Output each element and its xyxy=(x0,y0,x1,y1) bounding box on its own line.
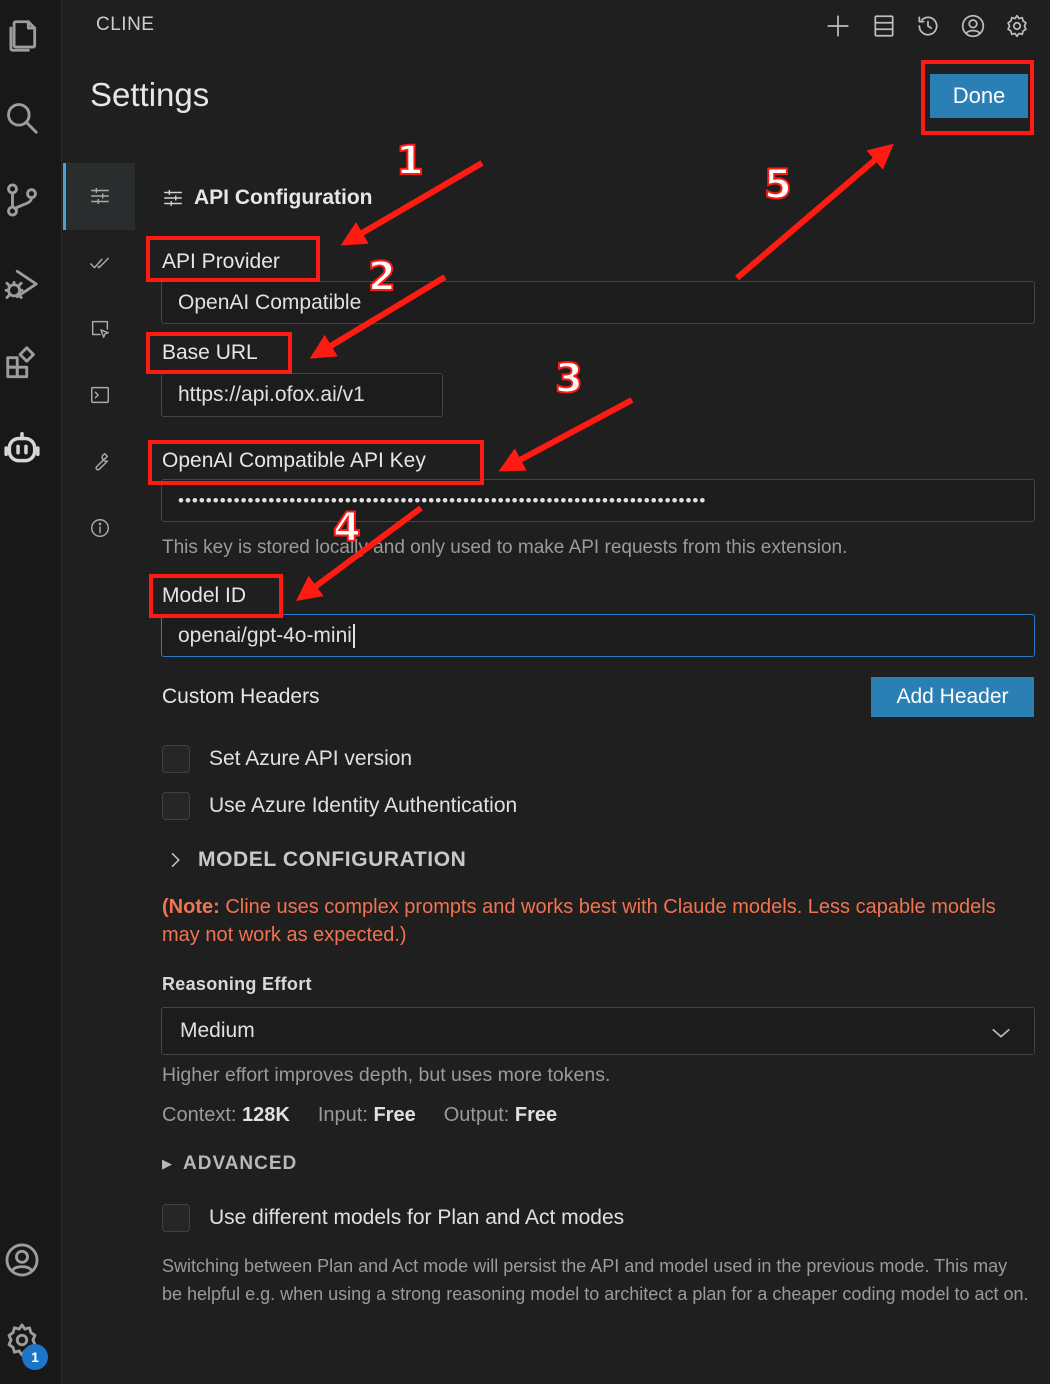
annotation-box-base-url xyxy=(146,332,292,374)
sliders-icon[interactable] xyxy=(82,178,118,214)
model-id-value: openai/gpt-4o-mini xyxy=(178,623,352,647)
app-title: CLINE xyxy=(96,14,155,35)
reasoning-effort-hint: Higher effort improves depth, but uses m… xyxy=(162,1064,611,1086)
annotation-number-5: 5 xyxy=(763,161,793,209)
arrow-3 xyxy=(498,397,634,472)
annotation-number-1: 1 xyxy=(395,137,425,185)
advanced-toggle[interactable]: ▶ ADVANCED xyxy=(162,1153,297,1175)
sliders-icon xyxy=(164,189,182,207)
output-stat: Output: Free xyxy=(443,1104,558,1126)
custom-headers-label: Custom Headers xyxy=(162,685,320,708)
section-title: API Configuration xyxy=(194,186,373,209)
azure-version-label: Set Azure API version xyxy=(209,747,413,770)
model-note: (Note: Cline uses complex prompts and wo… xyxy=(162,893,1022,949)
wrench-icon[interactable] xyxy=(82,443,118,479)
annotation-box-done xyxy=(921,60,1034,135)
api-key-hint: This key is stored locally and only used… xyxy=(162,537,848,558)
model-config-title: MODEL CONFIGURATION xyxy=(198,848,467,871)
new-task-plus-icon[interactable] xyxy=(822,10,854,42)
triangle-right-icon: ▶ xyxy=(162,1156,173,1171)
base-url-value: https://api.ofox.ai/v1 xyxy=(178,383,365,406)
activity-bar: 1 xyxy=(0,0,62,1384)
plan-act-label: Use different models for Plan and Act mo… xyxy=(209,1206,625,1229)
annotation-number-3: 3 xyxy=(554,355,584,403)
azure-version-checkbox[interactable] xyxy=(162,745,190,773)
note-text: Cline uses complex prompts and works bes… xyxy=(162,896,996,946)
api-provider-select[interactable]: OpenAI Compatible xyxy=(161,281,1035,324)
annotation-number-4: 4 xyxy=(332,504,362,552)
source-control-icon[interactable] xyxy=(0,178,44,222)
cursor-select-icon[interactable] xyxy=(82,311,118,347)
note-bold: (Note: xyxy=(162,896,220,918)
api-key-input[interactable]: ••••••••••••••••••••••••••••••••••••••••… xyxy=(161,479,1035,522)
chevron-down-icon xyxy=(992,1028,1010,1038)
section-heading: API Configuration xyxy=(162,186,372,210)
annotation-box-api-key xyxy=(148,440,484,485)
history-icon[interactable] xyxy=(912,10,944,42)
api-key-value: ••••••••••••••••••••••••••••••••••••••••… xyxy=(178,490,707,510)
page-title: Settings xyxy=(90,76,210,113)
account-circle-icon[interactable] xyxy=(957,10,989,42)
settings-badge: 1 xyxy=(22,1344,48,1370)
api-provider-value: OpenAI Compatible xyxy=(178,290,362,314)
cline-icon[interactable] xyxy=(0,426,44,470)
add-header-button[interactable]: Add Header xyxy=(871,677,1034,717)
input-stat: Input: Free xyxy=(317,1104,416,1126)
chevron-right-icon xyxy=(171,852,180,868)
extensions-icon[interactable] xyxy=(0,342,44,386)
explorer-icon[interactable] xyxy=(0,14,44,58)
annotation-box-api-provider xyxy=(146,236,320,282)
info-icon[interactable] xyxy=(82,510,118,546)
mcp-servers-icon[interactable] xyxy=(868,10,900,42)
account-icon[interactable] xyxy=(0,1238,44,1282)
arrow-5 xyxy=(735,143,894,281)
terminal-icon[interactable] xyxy=(82,377,118,413)
annotation-box-model-id xyxy=(149,574,283,618)
context-stat: Context: 128K xyxy=(162,1104,290,1126)
run-debug-icon[interactable] xyxy=(0,262,44,306)
annotation-number-2: 2 xyxy=(367,253,397,301)
base-url-input[interactable]: https://api.ofox.ai/v1 xyxy=(161,373,443,417)
search-icon[interactable] xyxy=(0,96,44,140)
reasoning-effort-value: Medium xyxy=(180,1019,255,1042)
reasoning-effort-select[interactable]: Medium xyxy=(161,1007,1035,1055)
azure-identity-label: Use Azure Identity Authentication xyxy=(209,794,518,817)
settings-gear-icon[interactable] xyxy=(1001,10,1033,42)
reasoning-effort-label: Reasoning Effort xyxy=(162,974,312,994)
azure-identity-checkbox[interactable] xyxy=(162,792,190,820)
advanced-title: ADVANCED xyxy=(183,1153,298,1174)
double-check-icon[interactable] xyxy=(82,245,118,281)
plan-act-description: Switching between Plan and Act mode will… xyxy=(162,1256,1029,1304)
plan-act-checkbox[interactable] xyxy=(162,1204,190,1232)
model-stats: Context: 128K Input: Free Output: Free xyxy=(162,1104,557,1127)
text-caret xyxy=(352,623,355,648)
model-id-input[interactable]: openai/gpt-4o-mini xyxy=(161,614,1035,657)
model-config-toggle[interactable]: MODEL CONFIGURATION xyxy=(166,848,466,872)
